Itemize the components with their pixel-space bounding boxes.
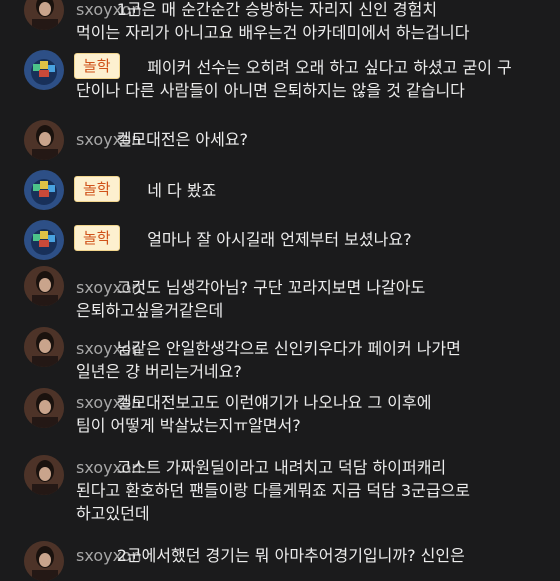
user-avatar[interactable] xyxy=(24,170,64,210)
portrait-avatar-icon xyxy=(24,0,64,30)
user-avatar[interactable] xyxy=(24,0,64,30)
portrait-avatar-icon xyxy=(24,327,64,367)
user-avatar[interactable] xyxy=(24,327,64,367)
portrait-avatar-icon xyxy=(24,388,64,428)
portrait-avatar-icon xyxy=(24,266,64,306)
message-text: 님같은 안일한생각으로 신인키우다가 페이커 나가면 일년은 걍 버리는거네요? xyxy=(76,339,461,381)
user-avatar[interactable] xyxy=(24,455,64,495)
message-text: 켈모대전은 아세요? xyxy=(76,130,249,149)
portrait-avatar-icon xyxy=(24,120,64,160)
game-avatar-icon xyxy=(24,170,64,210)
user-avatar[interactable] xyxy=(24,50,64,90)
message-text: 네 다 봤죠 xyxy=(76,181,217,200)
message-text: 페이커 선수는 오히려 오래 하고 싶다고 하셨고 굳이 구 단이나 다른 사람… xyxy=(76,58,512,100)
message-text: 켈모대전보고도 이런얘기가 나오나요 그 이후에 팀이 어떻게 박살났는지ㅠ알면… xyxy=(76,393,432,435)
message-text: 2군에서했던 경기는 뭐 아마추어경기입니까? 신인은 xyxy=(76,546,465,565)
portrait-avatar-icon xyxy=(24,455,64,495)
user-avatar[interactable] xyxy=(24,120,64,160)
user-avatar[interactable] xyxy=(24,266,64,306)
message-text: 1군은 매 순간순간 승방하는 자리지 신인 경험치 먹이는 자리가 아니고요 … xyxy=(76,0,470,42)
user-avatar[interactable] xyxy=(24,220,64,260)
game-avatar-icon xyxy=(24,50,64,90)
message-text: 고스트 가짜원딜이라고 내려치고 덕담 하이퍼캐리 된다고 환호하던 팬들이랑 … xyxy=(76,458,470,523)
user-avatar[interactable] xyxy=(24,541,64,581)
game-avatar-icon xyxy=(24,220,64,260)
message-text: 얼마나 잘 아시길래 언제부터 보셨나요? xyxy=(76,230,412,249)
user-avatar[interactable] xyxy=(24,388,64,428)
portrait-avatar-icon xyxy=(24,541,64,581)
message-text: 그것도 님생각아님? 구단 꼬라지보면 나갈아도 은퇴하고싶을거같은데 xyxy=(76,278,426,320)
